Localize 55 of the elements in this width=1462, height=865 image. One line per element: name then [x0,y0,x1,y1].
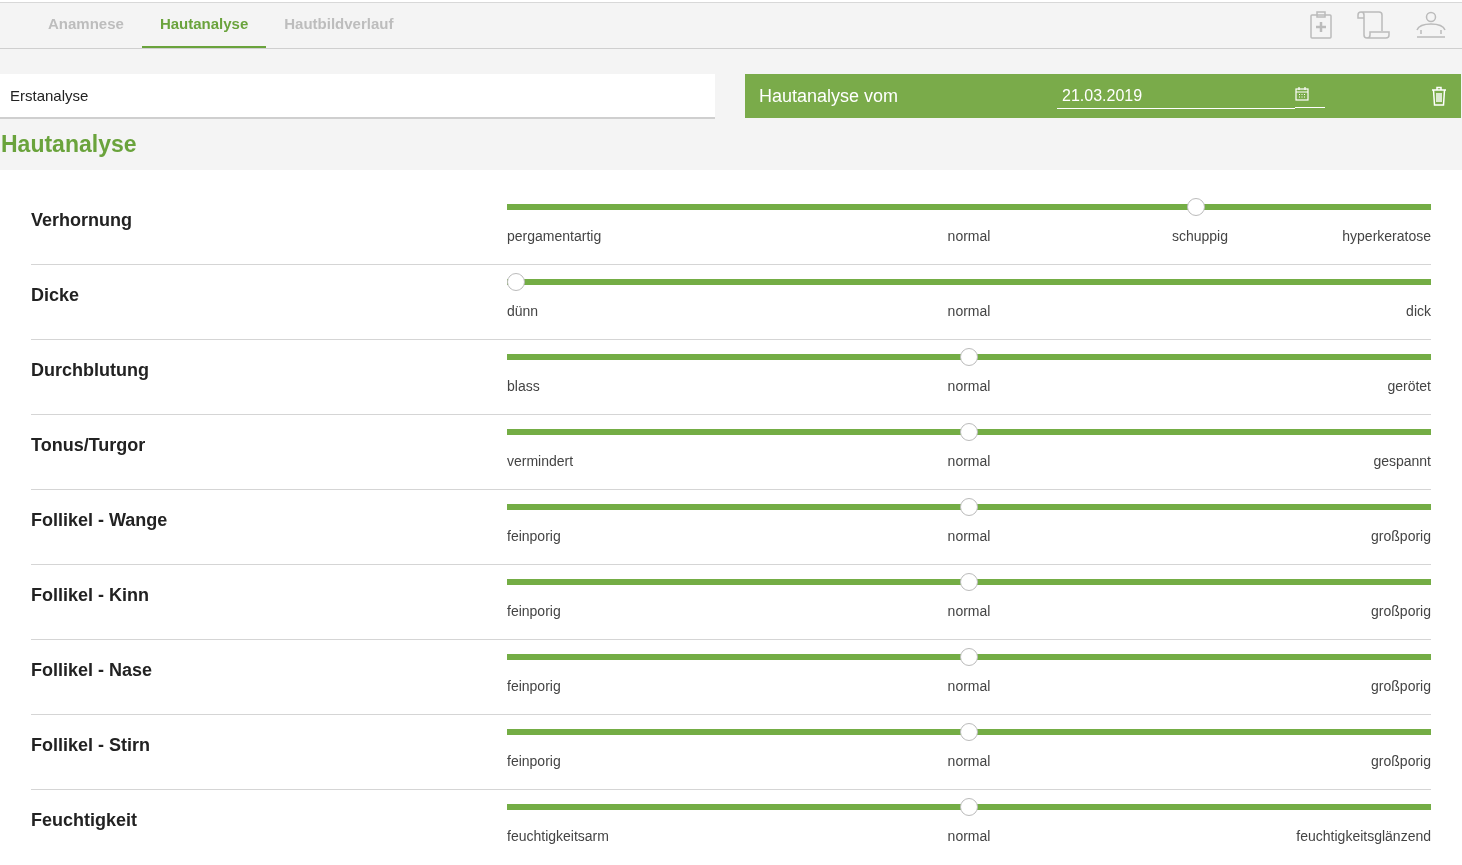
slider-thumb[interactable] [960,498,978,516]
scale-label: normal [947,827,991,846]
row-label: Follikel - Kinn [31,584,150,607]
scale-label: pergamentartig [507,227,602,246]
scale-label: feuchtigkeitsarm [507,827,609,846]
scale-label: gespannt [1373,452,1431,471]
scale-label: feuchtigkeitsglänzend [1296,827,1431,846]
scale-label: großporig [1371,602,1431,621]
slider-thumb[interactable] [1186,198,1205,216]
scale-label: feinporig [507,752,561,771]
row-label: Dicke [31,284,81,307]
scale-label: normal [947,677,991,696]
scroll-icon[interactable] [1356,11,1390,40]
slider-thumb[interactable] [960,723,978,741]
scale-label: normal [947,302,991,321]
scale-label: großporig [1371,677,1431,696]
scale-label: normal [947,752,991,771]
scale-label: feinporig [507,527,561,546]
slider-thumb[interactable] [960,348,978,366]
slider-thumb[interactable] [960,798,978,816]
scale-label: blass [507,377,540,396]
scale-label: normal [947,452,991,471]
person-icon[interactable] [1414,11,1448,40]
scale-label: normal [947,227,991,246]
row-label: Tonus/Turgor [31,434,147,457]
scale-label: dünn [507,302,539,321]
tab[interactable]: Hautanalyse [141,2,267,48]
scale-label: normal [947,602,991,621]
trash-icon[interactable] [1431,86,1447,107]
slider-thumb[interactable] [960,423,978,441]
scale-label: großporig [1371,527,1431,546]
scale-label: vermindert [507,452,574,471]
scale-label: dick [1406,302,1431,321]
scale-label: schuppig [1171,227,1228,246]
section-title: Hautanalyse [0,130,138,160]
slider-thumb[interactable] [960,648,978,666]
clipboard-plus-icon[interactable] [1310,11,1332,40]
scale-label: hyperkeratose [1342,227,1431,246]
date-field[interactable]: 21.03.2019 [1057,83,1295,110]
scale-label: normal [947,527,991,546]
slider-thumb[interactable] [507,273,525,291]
slider-thumb[interactable] [960,573,978,591]
row-label: Follikel - Nase [31,659,154,682]
scale-label: großporig [1371,752,1431,771]
scale-label: feinporig [507,602,561,621]
analysis-name-field[interactable]: Erstanalyse [0,73,715,119]
row-label: Feuchtigkeit [31,809,138,832]
row-label: Verhornung [31,209,133,232]
scale-label: feinporig [507,677,561,696]
row-label: Follikel - Stirn [31,734,151,757]
scale-label: gerötet [1387,377,1431,396]
row-label: Follikel - Wange [31,509,169,532]
scale-label: normal [947,377,991,396]
row-label: Durchblutung [31,359,150,382]
date-bar-label: Hautanalyse vom [759,84,900,108]
